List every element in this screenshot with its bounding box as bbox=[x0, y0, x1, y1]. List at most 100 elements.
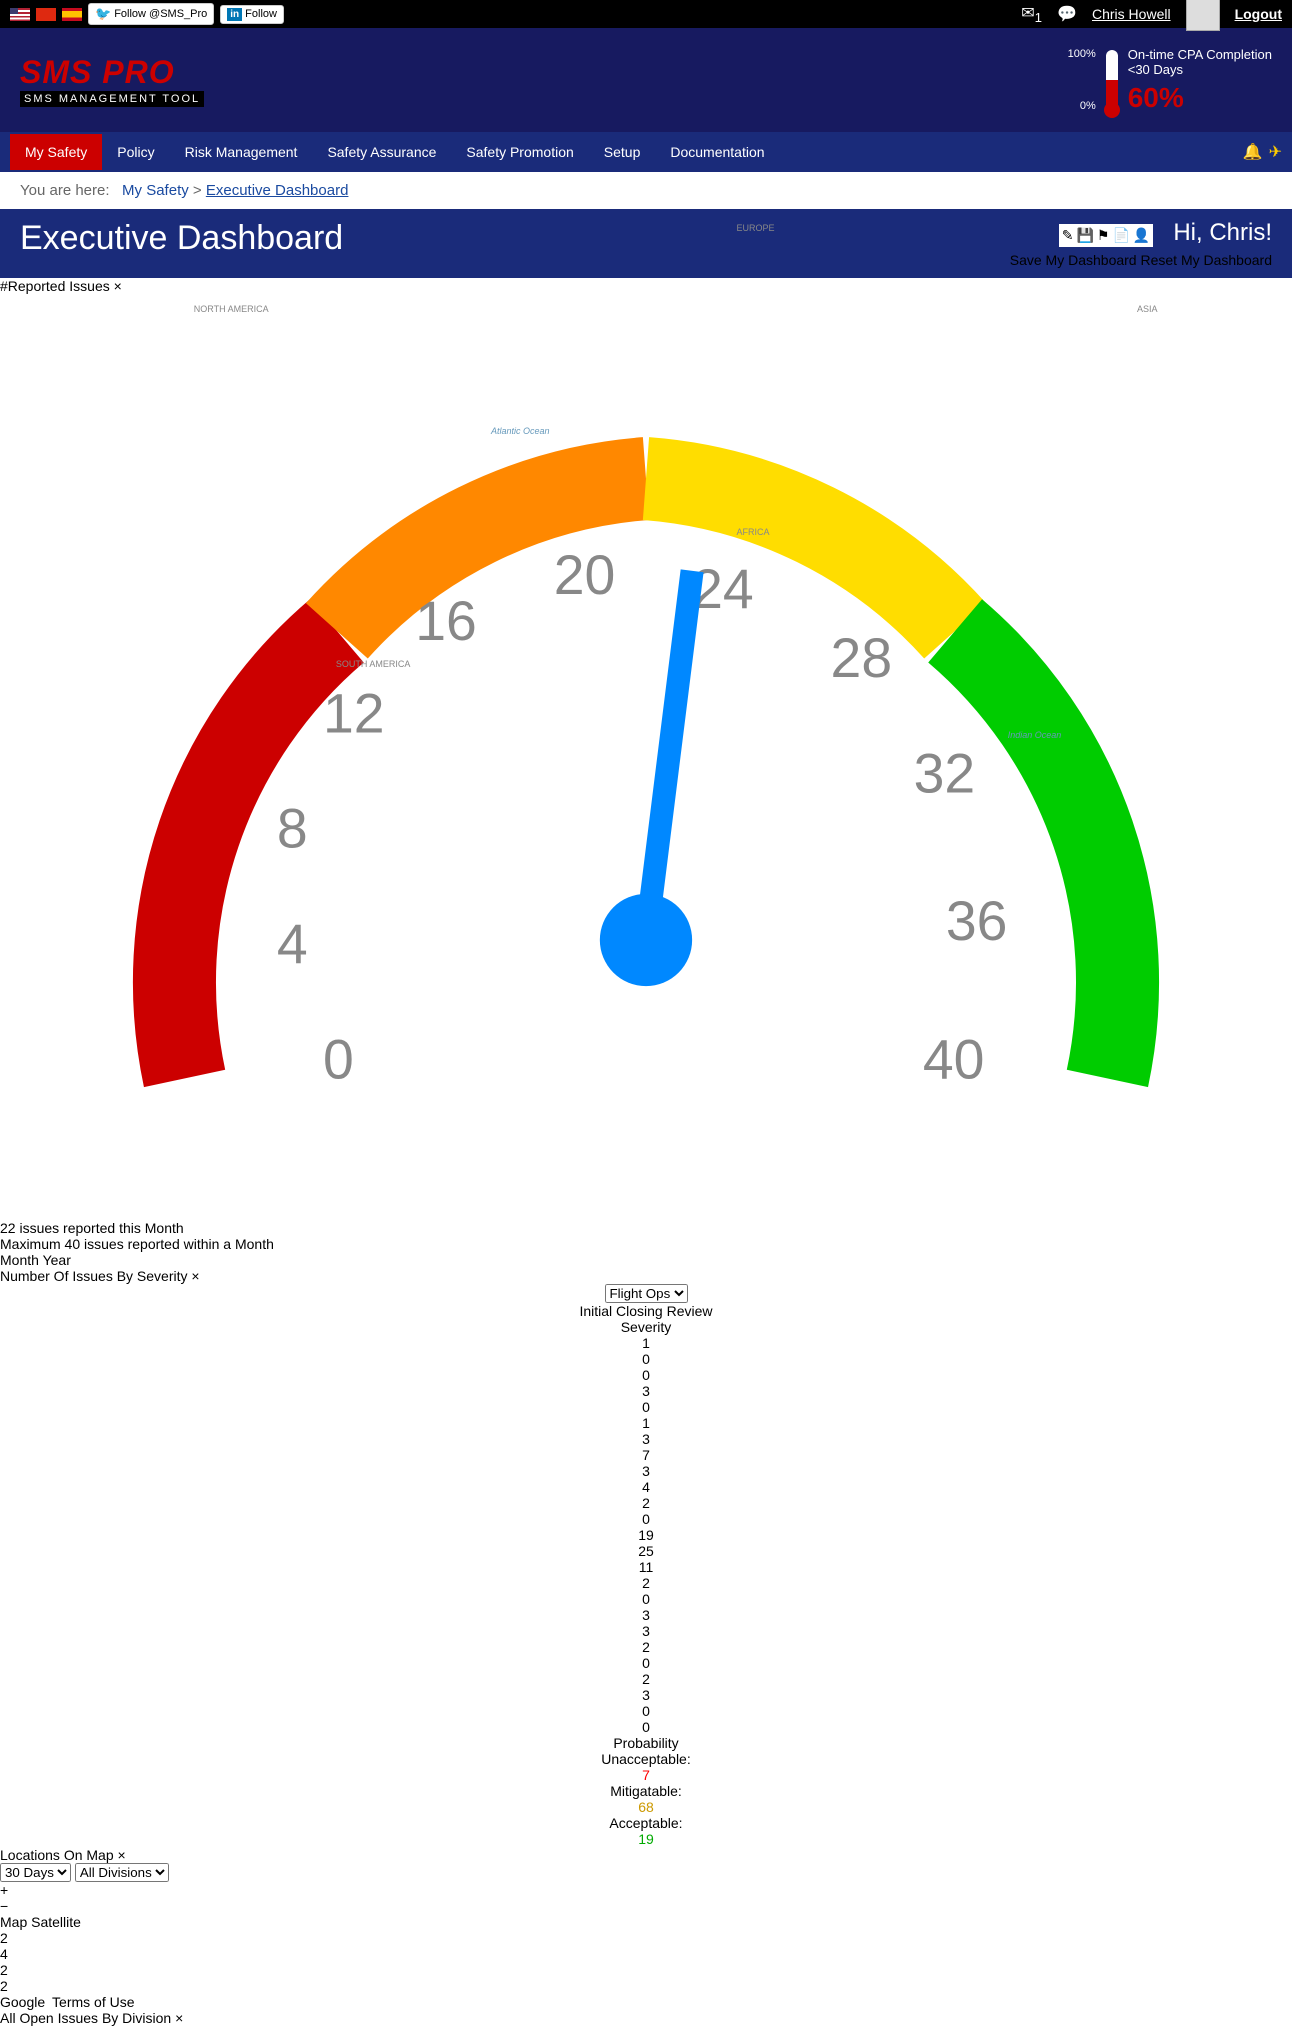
page-title: Executive Dashboard bbox=[20, 219, 343, 258]
doc-icon[interactable]: 📄 bbox=[1112, 227, 1129, 244]
radio-review[interactable]: Review bbox=[667, 1303, 713, 1319]
gauge-text1: 22 issues reported this Month bbox=[0, 1220, 1292, 1236]
flag-cn-icon[interactable] bbox=[36, 8, 56, 21]
legend-acceptable: Acceptable: 19 bbox=[0, 1815, 1292, 1847]
terms-link[interactable]: Terms of Use bbox=[49, 1993, 137, 2011]
header: SMS PRO SMS MANAGEMENT TOOL 100% 0% On-t… bbox=[0, 28, 1292, 132]
close-icon[interactable]: × bbox=[114, 278, 122, 294]
radio-initial[interactable]: Initial bbox=[579, 1303, 612, 1319]
matrix-cell: 0 bbox=[613, 1511, 678, 1527]
svg-text:28: 28 bbox=[831, 627, 893, 689]
nav-my-safety[interactable]: My Safety bbox=[10, 134, 102, 170]
twitter-follow-button[interactable]: 🐦 Follow @SMS_Pro bbox=[88, 3, 214, 25]
legend-mitigatable: Mitigatable: 68 bbox=[0, 1783, 1292, 1815]
matrix-cell: 0 bbox=[613, 1703, 678, 1719]
reset-dashboard-button[interactable]: Reset My Dashboard bbox=[1140, 252, 1272, 268]
nav-safety-assurance[interactable]: Safety Assurance bbox=[312, 134, 451, 170]
widget-reported-issues: #Reported Issues × 0 4 8 12 16 20 24 28 … bbox=[0, 278, 1292, 1268]
close-icon[interactable]: × bbox=[191, 1268, 199, 1284]
nav-policy[interactable]: Policy bbox=[102, 134, 169, 170]
division-select[interactable]: Flight Ops bbox=[605, 1284, 688, 1303]
linkedin-label: Follow bbox=[245, 8, 277, 20]
mail-icon[interactable]: ✉1 bbox=[1021, 3, 1042, 25]
chat-icon[interactable]: 💬 bbox=[1057, 4, 1077, 24]
linkedin-follow-button[interactable]: in Follow bbox=[220, 5, 284, 24]
map-division-select[interactable]: All Divisions bbox=[75, 1863, 169, 1882]
avatar[interactable] bbox=[1186, 0, 1220, 31]
user-name-link[interactable]: Chris Howell bbox=[1092, 6, 1171, 22]
svg-text:36: 36 bbox=[946, 890, 1008, 952]
nav-safety-promotion[interactable]: Safety Promotion bbox=[451, 134, 588, 170]
map-period-select[interactable]: 30 Days bbox=[0, 1863, 71, 1882]
linkedin-icon: in bbox=[227, 8, 242, 21]
radiobuttons-label: radiobuttons bbox=[0, 2026, 1292, 2028]
thermometer-icon bbox=[1106, 50, 1118, 110]
flag-es-icon[interactable] bbox=[62, 8, 82, 21]
matrix-cell: 1 bbox=[613, 1415, 678, 1431]
flag-us-icon[interactable] bbox=[10, 8, 30, 21]
widget-title: Number Of Issues By Severity bbox=[0, 1268, 188, 1284]
main-nav: My Safety Policy Risk Management Safety … bbox=[0, 132, 1292, 172]
svg-text:8: 8 bbox=[277, 798, 308, 860]
scale-bot: 0% bbox=[1068, 95, 1096, 117]
map-type-toggle: Map Satellite bbox=[0, 1914, 1292, 1930]
svg-text:12: 12 bbox=[323, 682, 385, 744]
svg-text:4: 4 bbox=[277, 913, 308, 975]
flag-icon[interactable]: ⚑ bbox=[1097, 227, 1110, 244]
map-marker[interactable]: 4 bbox=[0, 1946, 1292, 1962]
matrix-cell: 0 bbox=[613, 1719, 678, 1735]
svg-text:20: 20 bbox=[554, 544, 616, 606]
breadcrumb-path1[interactable]: My Safety bbox=[122, 182, 189, 199]
zoom-in-button[interactable]: + bbox=[0, 1882, 1292, 1898]
cpa-percent: 60% bbox=[1128, 82, 1272, 114]
radio-closing[interactable]: Closing bbox=[616, 1303, 663, 1319]
logout-link[interactable]: Logout bbox=[1235, 6, 1282, 22]
edit-icon[interactable]: ✎ bbox=[1062, 227, 1074, 244]
matrix-cell: 0 bbox=[613, 1367, 678, 1383]
breadcrumb-prefix: You are here: bbox=[20, 182, 110, 199]
map-marker[interactable]: 2 bbox=[0, 1978, 1292, 1994]
matrix-cell: 0 bbox=[613, 1655, 678, 1671]
titlebar-right: ✎ 💾 ⚑ 📄 👤 Hi, Chris! Save My Dashboard R… bbox=[1010, 219, 1272, 268]
radio-month[interactable]: Month bbox=[0, 1252, 39, 1268]
matrix-cell: 2 bbox=[613, 1671, 678, 1687]
legend-unacceptable: Unacceptable: 7 bbox=[0, 1751, 1292, 1783]
map-marker[interactable]: 2 bbox=[0, 1930, 1292, 1946]
close-icon[interactable]: × bbox=[175, 2010, 183, 2026]
logo: SMS PRO SMS MANAGEMENT TOOL bbox=[20, 54, 204, 107]
map-marker[interactable]: 2 bbox=[0, 1962, 1292, 1978]
map[interactable]: NORTH AMERICA SOUTH AMERICA EUROPE AFRIC… bbox=[0, 1882, 1292, 2010]
breadcrumb-current[interactable]: Executive Dashboard bbox=[206, 182, 349, 199]
save-dashboard-button[interactable]: Save My Dashboard bbox=[1010, 252, 1137, 268]
matrix-cell: 2 bbox=[613, 1495, 678, 1511]
close-icon[interactable]: × bbox=[118, 1847, 126, 1863]
breadcrumb: You are here: My Safety > Executive Dash… bbox=[0, 172, 1292, 209]
map-type-map[interactable]: Map bbox=[0, 1914, 27, 1930]
nav-documentation[interactable]: Documentation bbox=[655, 134, 779, 170]
cpa-widget: 100% 0% On-time CPA Completion <30 Days … bbox=[1068, 43, 1272, 117]
widget-title: Locations On Map bbox=[0, 1847, 114, 1863]
map-type-satellite[interactable]: Satellite bbox=[31, 1914, 81, 1930]
bell-icon[interactable]: 🔔 bbox=[1243, 142, 1263, 162]
matrix-cell: 25 bbox=[613, 1543, 678, 1559]
mail-count: 1 bbox=[1035, 10, 1042, 25]
user-icon[interactable]: 👤 bbox=[1133, 227, 1150, 244]
radio-year[interactable]: Year bbox=[43, 1252, 71, 1268]
gauge-chart: 0 4 8 12 16 20 24 28 32 36 40 bbox=[0, 294, 1292, 1217]
widget-severity: Number Of Issues By Severity × Flight Op… bbox=[0, 1268, 1292, 1847]
widget-title: #Reported Issues bbox=[0, 278, 110, 294]
nav-risk-management[interactable]: Risk Management bbox=[170, 134, 313, 170]
matrix-cell: 1 bbox=[613, 1335, 678, 1351]
matrix-cell: 4 bbox=[613, 1479, 678, 1495]
period-toggle: Month Year bbox=[0, 1252, 1292, 1268]
twitter-icon: 🐦 bbox=[95, 6, 111, 22]
save-icon[interactable]: 💾 bbox=[1076, 227, 1093, 244]
matrix-cell: 3 bbox=[613, 1687, 678, 1703]
logo-sub: SMS MANAGEMENT TOOL bbox=[20, 91, 204, 107]
risk-matrix: 1003013734201925112033202300 bbox=[613, 1335, 678, 1735]
logo-main: SMS PRO bbox=[20, 54, 204, 91]
plane-icon[interactable]: ✈ bbox=[1269, 142, 1282, 162]
nav-setup[interactable]: Setup bbox=[589, 134, 656, 170]
widget-title: All Open Issues By Division bbox=[0, 2010, 171, 2026]
zoom-out-button[interactable]: − bbox=[0, 1898, 1292, 1914]
